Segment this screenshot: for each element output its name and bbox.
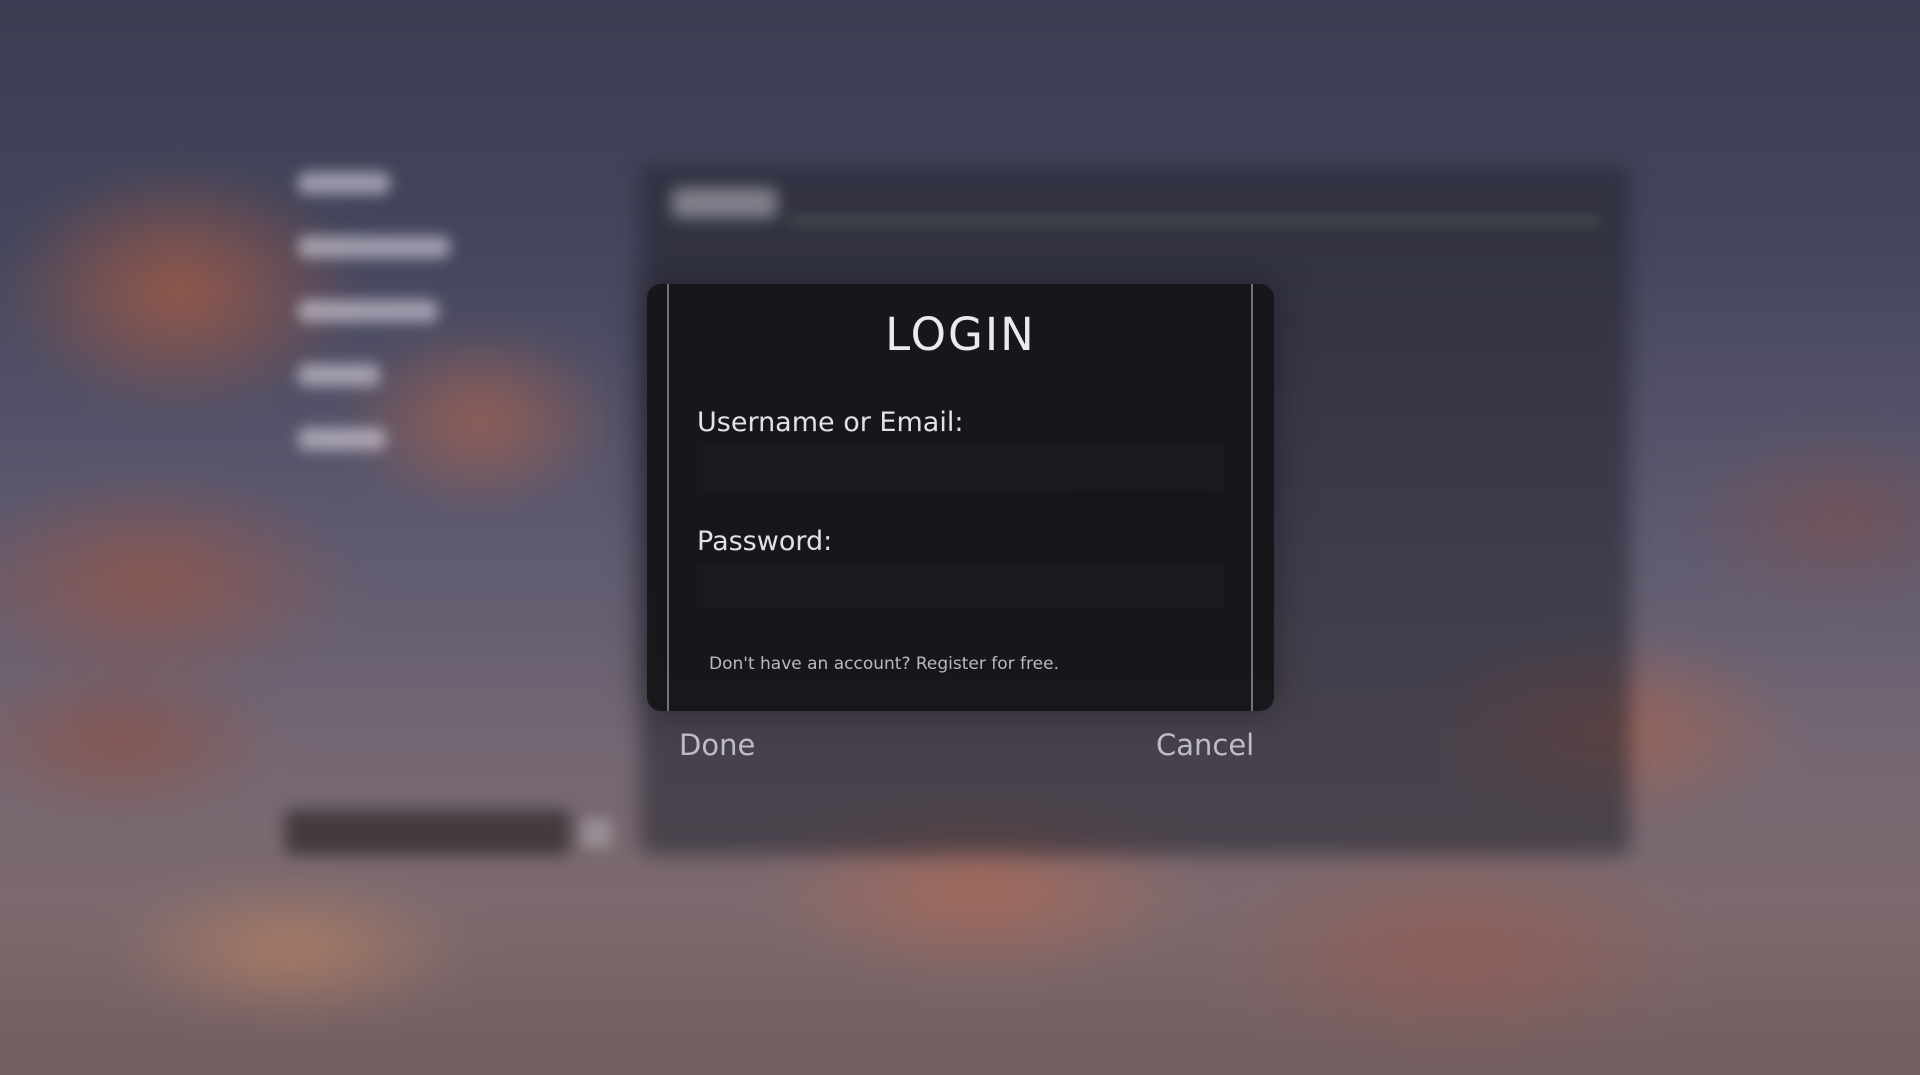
blurred-menu-item [298,364,380,386]
register-link[interactable]: Don't have an account? Register for free… [709,654,1059,674]
done-button[interactable]: Done [679,728,755,762]
username-input[interactable] [697,446,1224,490]
password-input[interactable] [697,565,1224,609]
blurred-panel-title [672,188,777,218]
password-label: Password: [697,526,833,557]
username-label: Username or Email: [697,407,964,438]
cancel-button[interactable]: Cancel [1156,728,1254,762]
login-screen: LOGIN Username or Email: Password: Don't… [0,0,1920,1075]
blurred-bottom-icon [582,818,612,848]
blurred-panel-divider [790,218,1600,224]
blurred-menu-item [298,428,386,450]
blurred-menu-item [298,236,450,258]
blurred-bottom-bar [285,810,570,855]
blurred-menu-item [298,300,438,322]
dialog-title: LOGIN [885,308,1036,361]
login-dialog: LOGIN Username or Email: Password: Don't… [647,284,1274,711]
blurred-menu-item [298,172,390,194]
